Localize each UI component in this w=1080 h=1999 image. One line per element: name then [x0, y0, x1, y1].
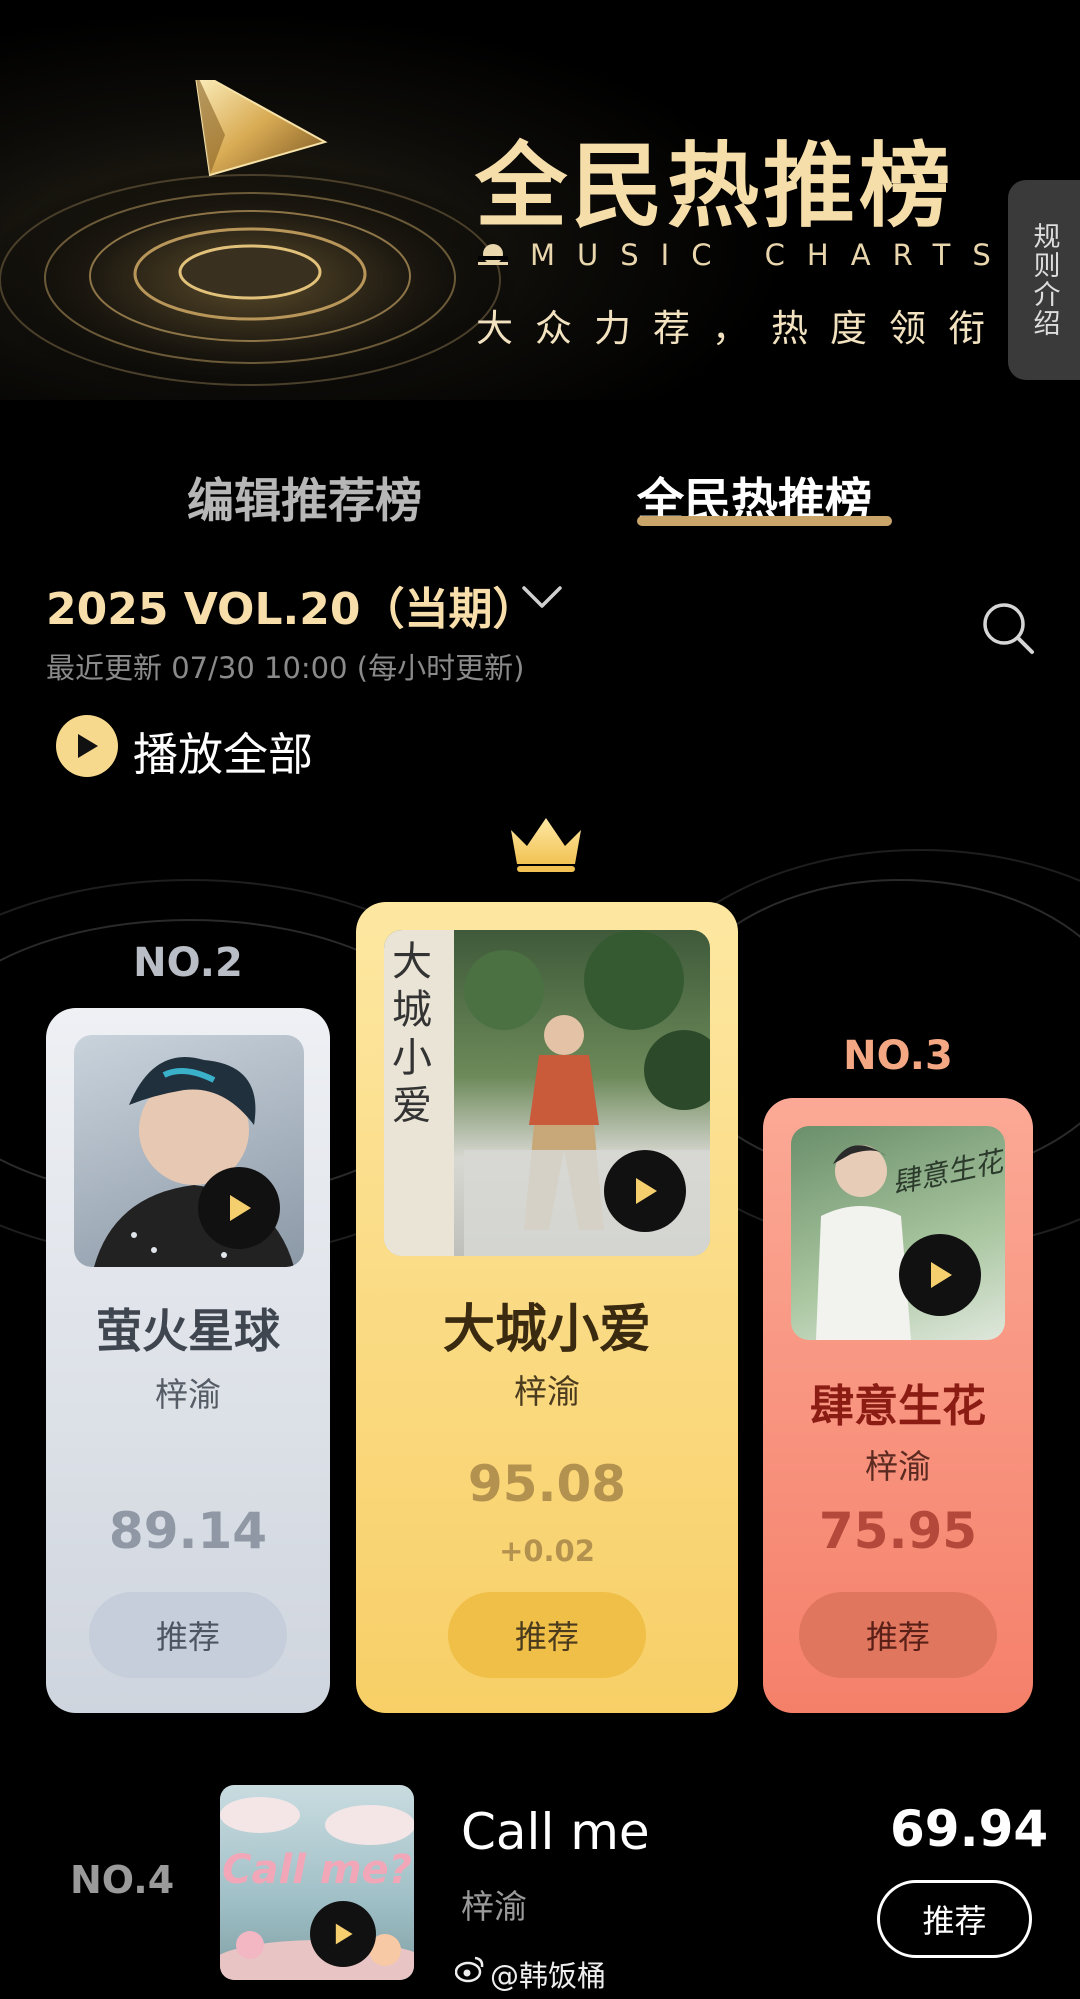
rank-label-2: NO.2	[133, 940, 243, 986]
sun-icon	[478, 244, 508, 265]
page-title: 全民热推榜	[475, 133, 956, 240]
play-all-button[interactable]	[56, 715, 118, 777]
play-icon	[335, 1923, 353, 1945]
recommend-button-3[interactable]: 推荐	[799, 1592, 997, 1678]
rules-button[interactable]: 规则介绍	[1008, 180, 1080, 380]
album-cover-3[interactable]: 肆意生花	[791, 1126, 1005, 1340]
song-title-1: 大城小爱	[442, 1300, 651, 1360]
play-button-3[interactable]	[899, 1234, 981, 1316]
active-tab-indicator	[637, 516, 892, 526]
play-button-2[interactable]	[198, 1167, 280, 1249]
score-2: 89.14	[108, 1502, 268, 1560]
artist-3: 梓渝	[865, 1447, 931, 1486]
album-cover-1[interactable]: 大城小爱	[384, 930, 710, 1256]
rank-label-3: NO.3	[843, 1033, 953, 1079]
recommend-button-4[interactable]: 推荐	[877, 1880, 1032, 1958]
cover-text-1: 大城小爱	[392, 939, 432, 1129]
artist-4: 梓渝	[461, 1887, 527, 1926]
music-charts-subtitle: MUSIC CHARTS	[530, 238, 1013, 272]
cover-text-4: Call me?	[222, 1847, 412, 1893]
crown-icon	[511, 818, 581, 872]
rank-label-4: NO.4	[70, 1858, 175, 1902]
score-3: 75.95	[818, 1502, 978, 1560]
score-1: 95.08	[467, 1455, 627, 1513]
album-cover-4[interactable]: Call me?	[220, 1785, 414, 1980]
album-cover-2[interactable]	[74, 1035, 304, 1267]
chevron-down-icon[interactable]	[520, 582, 564, 612]
play-icon	[931, 1262, 952, 1288]
play-button-1[interactable]	[604, 1150, 686, 1232]
play-icon	[230, 1195, 251, 1221]
artist-1: 梓渝	[514, 1372, 580, 1411]
artist-2: 梓渝	[155, 1375, 221, 1414]
play-all-label[interactable]: 播放全部	[133, 718, 313, 783]
play-button-4[interactable]	[310, 1901, 376, 1967]
play-logo-icon	[0, 80, 520, 400]
song-title-3: 肆意生花	[810, 1381, 986, 1432]
play-icon	[636, 1178, 657, 1204]
rules-button-label: 规则介绍	[1028, 222, 1060, 338]
weibo-icon	[455, 1956, 484, 1983]
slogan: 大众力荐，热度领衔	[476, 307, 1007, 350]
play-icon	[78, 734, 98, 758]
update-time: 最近更新 07/30 10:00 (每小时更新)	[46, 651, 525, 685]
score-change-1: +0.02	[499, 1534, 595, 1568]
tab-editor-picks[interactable]: 编辑推荐榜	[187, 462, 422, 531]
search-icon[interactable]	[980, 600, 1036, 656]
song-title-4: Call me	[461, 1803, 650, 1861]
period-selector[interactable]: 2025 VOL.20（当期）	[46, 573, 536, 637]
recommend-button-2[interactable]: 推荐	[89, 1592, 287, 1678]
recommend-button-1[interactable]: 推荐	[448, 1592, 646, 1678]
song-title-2: 萤火星球	[96, 1304, 280, 1358]
score-4: 69.94	[890, 1800, 1049, 1858]
watermark: @韩饭桶	[490, 1959, 607, 1993]
